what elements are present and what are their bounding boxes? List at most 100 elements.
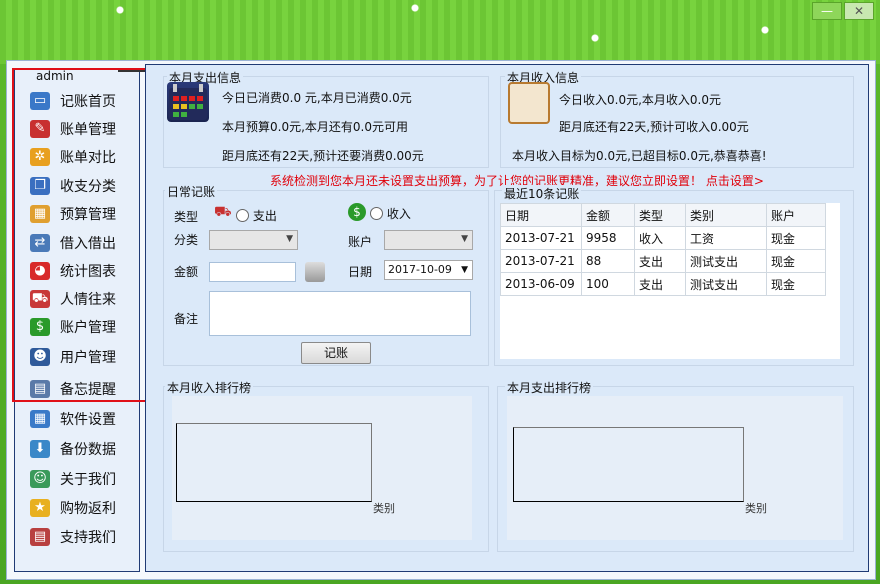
user-icon: ☻: [30, 348, 50, 366]
settings-icon: ▦: [30, 410, 50, 428]
pie-chart-icon: ◕: [30, 262, 50, 280]
sidebar-item-label: 支持我们: [60, 530, 116, 546]
note-label: 备注: [174, 312, 199, 326]
record-button[interactable]: 记账: [301, 342, 371, 364]
expense-radio-label: 支出: [252, 209, 277, 223]
table-cell: 88: [581, 249, 635, 273]
expense-radio[interactable]: 支出: [236, 207, 277, 224]
amount-input[interactable]: [209, 262, 296, 282]
notepad-icon: [508, 82, 550, 124]
table-row[interactable]: 2013-07-21 88 支出 测试支出 现金: [500, 249, 826, 273]
amount-label: 金额: [174, 265, 199, 279]
date-value: 2017-10-09: [388, 263, 452, 276]
account-label: 账户: [348, 235, 373, 249]
income-axis-label: 类别: [373, 502, 395, 515]
cart-icon: ⛟: [30, 290, 50, 308]
table-cell: 现金: [766, 272, 826, 296]
star-icon: ★: [30, 499, 50, 517]
chevron-down-icon: ▼: [461, 234, 468, 244]
column-header[interactable]: 账户: [766, 203, 826, 227]
note-textarea[interactable]: [209, 291, 471, 336]
column-header[interactable]: 类别: [685, 203, 767, 227]
category-select[interactable]: ▼: [209, 230, 298, 250]
income-radio-circle[interactable]: [370, 207, 383, 220]
sidebar-item-13[interactable]: ☺ 关于我们: [30, 466, 116, 492]
sidebar-item-label: 账单对比: [60, 150, 116, 166]
backup-icon: ⬇: [30, 440, 50, 458]
sidebar-item-0[interactable]: ▭ 记账首页: [30, 88, 116, 114]
table-cell: 9958: [581, 226, 635, 250]
calculator-icon: ▦: [30, 205, 50, 223]
category-label: 分类: [174, 233, 199, 247]
sidebar-item-label: 备份数据: [60, 442, 116, 458]
minimize-button[interactable]: —: [812, 2, 842, 20]
cart-icon: ⛟: [214, 204, 232, 220]
sidebar-item-4[interactable]: ▦ 预算管理: [30, 201, 116, 227]
sidebar-item-12[interactable]: ⬇ 备份数据: [30, 436, 116, 462]
expense-budget: 本月预算0.0元,本月还有0.0元可用: [222, 120, 408, 134]
table-cell: 2013-07-21: [500, 226, 582, 250]
table-cell: 收入: [634, 226, 686, 250]
windows-icon: ❐: [30, 177, 50, 195]
sidebar-item-15[interactable]: ▤ 支持我们: [30, 524, 116, 550]
daily-record-title: 日常记账: [165, 183, 218, 200]
calculator-icon[interactable]: [305, 262, 325, 282]
column-header[interactable]: 类型: [634, 203, 686, 227]
sidebar-item-10[interactable]: ▤ 备忘提醒: [30, 376, 116, 402]
expense-axis-label: 类别: [745, 502, 767, 515]
type-label: 类型: [174, 210, 199, 224]
sidebar-item-label: 软件设置: [60, 412, 116, 428]
table-cell: 测试支出: [685, 249, 767, 273]
income-today: 今日收入0.0元,本月收入0.0元: [559, 93, 721, 107]
sidebar-item-label: 购物返利: [60, 501, 116, 517]
table-cell: 工资: [685, 226, 767, 250]
income-chart-axes: [176, 423, 372, 502]
table-cell: 2013-06-09: [500, 272, 582, 296]
sidebar-item-14[interactable]: ★ 购物返利: [30, 495, 116, 521]
sidebar-item-5[interactable]: ⇄ 借入借出: [30, 230, 116, 256]
expense-rank-title: 本月支出排行榜: [505, 379, 594, 396]
table-row[interactable]: 2013-06-09 100 支出 测试支出 现金: [500, 272, 826, 296]
sidebar-item-2[interactable]: ✲ 账单对比: [30, 144, 116, 170]
sidebar-item-label: 记账首页: [60, 94, 116, 110]
table-row[interactable]: 2013-07-21 9958 收入 工资 现金: [500, 226, 826, 250]
grass-banner: [0, 0, 880, 64]
expense-chart-axes: [513, 427, 744, 502]
exchange-icon: ⇄: [30, 234, 50, 252]
account-select[interactable]: ▼: [384, 230, 473, 250]
monitor-icon: ▭: [30, 92, 50, 110]
sidebar-item-label: 统计图表: [60, 264, 116, 280]
pen-icon: ✎: [30, 120, 50, 138]
sidebar-item-3[interactable]: ❐ 收支分类: [30, 173, 116, 199]
sidebar-item-8[interactable]: $ 账户管理: [30, 314, 116, 340]
expense-radio-circle[interactable]: [236, 209, 249, 222]
sidebar-item-label: 账户管理: [60, 320, 116, 336]
table-cell: 现金: [766, 249, 826, 273]
income-radio[interactable]: 收入: [370, 205, 411, 222]
close-button[interactable]: ✕: [844, 2, 874, 20]
sidebar-item-label: 备忘提醒: [60, 382, 116, 398]
column-header[interactable]: 金额: [581, 203, 635, 227]
recent-records-table: 日期 金额 类型 类别 账户 2013-07-21 9958 收入 工资 现金 …: [500, 203, 826, 296]
sidebar-item-11[interactable]: ▦ 软件设置: [30, 406, 116, 432]
sidebar-item-6[interactable]: ◕ 统计图表: [30, 258, 116, 284]
dollar-icon: $: [30, 318, 50, 336]
sidebar-item-7[interactable]: ⛟ 人情往来: [30, 286, 116, 312]
username: admin: [36, 69, 74, 83]
income-rank-title: 本月收入排行榜: [165, 379, 254, 396]
sidebar-item-9[interactable]: ☻ 用户管理: [30, 344, 116, 370]
income-radio-label: 收入: [386, 207, 411, 221]
sidebar-item-label: 账单管理: [60, 122, 116, 138]
table-cell: 支出: [634, 249, 686, 273]
sidebar-item-label: 收支分类: [60, 179, 116, 195]
date-picker[interactable]: 2017-10-09 ▼: [384, 260, 473, 280]
gear-icon: ✲: [30, 148, 50, 166]
recent-records-title: 最近10条记账: [502, 185, 582, 202]
sidebar-item-1[interactable]: ✎ 账单管理: [30, 116, 116, 142]
column-header[interactable]: 日期: [500, 203, 582, 227]
sidebar-item-label: 用户管理: [60, 350, 116, 366]
sidebar-item-label: 人情往来: [60, 292, 116, 308]
dollar-icon: $: [348, 203, 366, 221]
table-cell: 100: [581, 272, 635, 296]
expense-today: 今日已消费0.0 元,本月已消费0.0元: [222, 91, 412, 105]
